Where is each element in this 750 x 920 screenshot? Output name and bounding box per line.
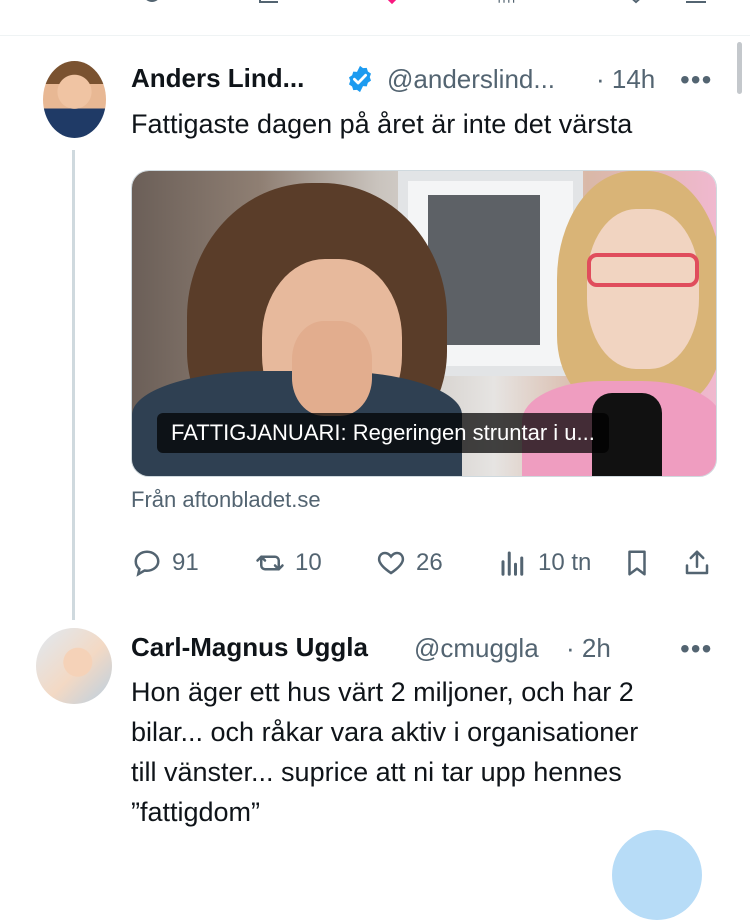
- tweet-text-line: till vänster... suprice att ni tar upp h…: [131, 757, 622, 787]
- avatar[interactable]: [36, 628, 112, 704]
- author-handle[interactable]: @anderslind...: [387, 64, 555, 95]
- retweet-count: 10: [295, 549, 322, 576]
- like-count: 26: [416, 549, 443, 576]
- bookmark-icon: [628, 550, 646, 576]
- verified-badge-icon[interactable]: [345, 64, 375, 94]
- share-icon[interactable]: [684, 0, 708, 8]
- reply-count: 91: [172, 549, 199, 576]
- views-icon: [501, 551, 524, 576]
- reply-button[interactable]: 91: [132, 548, 199, 578]
- like-button[interactable]: 26: [376, 548, 443, 578]
- views-icon[interactable]: [498, 0, 522, 8]
- more-options-button[interactable]: •••: [680, 633, 712, 665]
- link-card[interactable]: FATTIGJANUARI: Regeringen struntar i u..…: [131, 170, 717, 477]
- scrollbar[interactable]: [737, 42, 742, 94]
- author-name[interactable]: Carl-Magnus Uggla: [131, 632, 368, 663]
- tweet-text-line: bilar... och råkar vara aktiv i organisa…: [131, 717, 639, 747]
- retweet-button[interactable]: 10: [255, 548, 322, 578]
- timestamp[interactable]: · 14h: [596, 64, 655, 95]
- like-icon[interactable]: [380, 0, 404, 8]
- divider: [0, 35, 750, 36]
- views-button[interactable]: 10 tn: [498, 548, 591, 578]
- avatar[interactable]: [43, 61, 106, 138]
- views-count: 10 tn: [538, 549, 592, 576]
- bookmark-icon[interactable]: [624, 0, 648, 8]
- link-source[interactable]: Från aftonbladet.se: [131, 487, 321, 513]
- tweet-text: Hon äger ett hus värt 2 miljoner, och ha…: [131, 672, 731, 832]
- reply-icon: [134, 550, 160, 577]
- reply-icon[interactable]: [140, 0, 164, 8]
- more-options-button[interactable]: •••: [680, 64, 712, 96]
- heart-icon: [377, 551, 405, 575]
- retweet-icon: [256, 555, 284, 571]
- timestamp[interactable]: · 2h: [566, 633, 611, 664]
- bookmark-button[interactable]: [622, 548, 652, 578]
- tweet-text-line: ”fattigdom”: [131, 797, 261, 827]
- share-button[interactable]: [682, 548, 712, 578]
- retweet-icon[interactable]: [258, 0, 282, 8]
- compose-button[interactable]: [612, 830, 702, 920]
- tweet-text-line: Hon äger ett hus värt 2 miljoner, och ha…: [131, 677, 634, 707]
- author-name[interactable]: Anders Lind...: [131, 63, 304, 94]
- author-handle[interactable]: @cmuggla: [414, 633, 539, 664]
- previous-tweet-action-bar: [0, 0, 750, 36]
- tweet-text: Fattigaste dagen på året är inte det vär…: [131, 109, 633, 139]
- link-card-title: FATTIGJANUARI: Regeringen struntar i u..…: [157, 413, 609, 453]
- tweet-actions: 91 10 26 10 tn: [0, 548, 750, 588]
- share-icon: [685, 550, 709, 575]
